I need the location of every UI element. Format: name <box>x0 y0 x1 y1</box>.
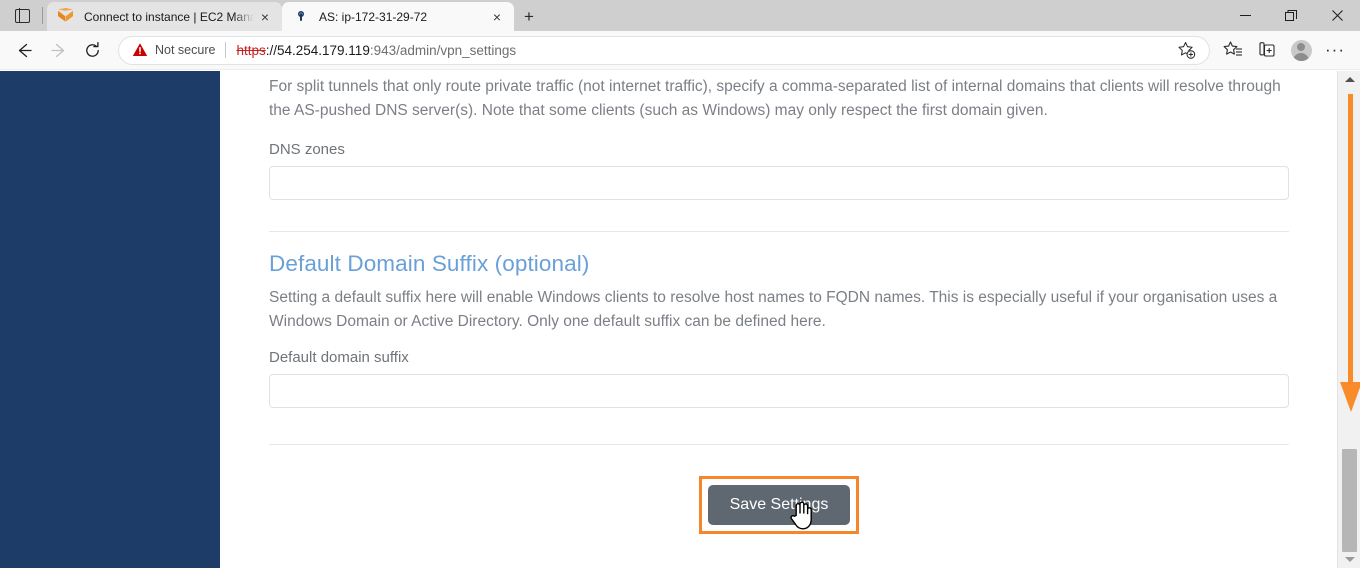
tab-title: AS: ip-172-31-29-72 <box>319 9 428 24</box>
browser-toolbar: Not secure https://54.254.179.119:943/ad… <box>0 31 1360 70</box>
tab-close-icon[interactable]: × <box>254 6 276 28</box>
tab-list-icon <box>14 7 30 24</box>
close-icon <box>1331 10 1343 21</box>
url-scheme: https <box>236 42 266 58</box>
back-button[interactable] <box>8 35 40 66</box>
window-controls <box>1222 0 1360 31</box>
browser-tab-ec2[interactable]: Connect to instance | EC2 Manag × <box>47 2 282 31</box>
new-tab-button[interactable]: + <box>514 2 544 31</box>
maximize-button[interactable] <box>1268 0 1314 31</box>
page-content: For split tunnels that only route privat… <box>220 71 1337 568</box>
back-arrow-icon <box>18 43 32 57</box>
reload-icon <box>85 41 99 57</box>
security-status-label[interactable]: Not secure <box>155 43 215 57</box>
save-settings-button[interactable]: Save Settings <box>707 485 851 525</box>
omnibox-divider <box>225 42 227 58</box>
reload-button[interactable] <box>76 35 108 66</box>
default-domain-suffix-label: Default domain suffix <box>269 349 409 366</box>
close-window-button[interactable] <box>1314 0 1360 31</box>
orange-highlight-box: Save Settings <box>698 476 860 534</box>
admin-sidebar[interactable] <box>0 71 220 568</box>
settings-and-more-button[interactable]: ··· <box>1318 35 1352 66</box>
profile-button[interactable] <box>1284 35 1318 66</box>
scroll-up-arrow-icon <box>1344 77 1355 82</box>
favorites-list-icon <box>1223 41 1242 56</box>
minimize-button[interactable] <box>1222 0 1268 31</box>
orange-down-arrow-annotation <box>1339 94 1360 412</box>
restore-icon <box>1285 9 1297 21</box>
browser-window: Connect to instance | EC2 Manag × AS: ip… <box>0 0 1360 568</box>
section-divider-2 <box>269 444 1289 445</box>
browser-tab-openvpn-as[interactable]: AS: ip-172-31-29-72 × <box>282 2 514 31</box>
tab-strip-divider <box>42 7 43 24</box>
scroll-down-button[interactable] <box>1338 551 1360 568</box>
collections-icon <box>1259 42 1275 57</box>
toolbar-actions: ··· <box>1216 35 1352 66</box>
default-domain-suffix-input[interactable] <box>269 374 1289 408</box>
tab-title: Connect to instance | EC2 Manag <box>84 9 254 24</box>
favorites-button[interactable] <box>1216 35 1250 66</box>
dns-zones-label: DNS zones <box>269 141 345 158</box>
scrollbar-thumb[interactable] <box>1342 449 1357 552</box>
scroll-up-button[interactable] <box>1338 71 1360 88</box>
scroll-down-arrow-icon <box>1344 557 1355 562</box>
page-viewport: For split tunnels that only route privat… <box>0 71 1360 568</box>
more-options-icon: ··· <box>1325 39 1345 59</box>
url-text[interactable]: https://54.254.179.119:943/admin/vpn_set… <box>236 43 1169 58</box>
tab-list-button[interactable] <box>4 0 40 31</box>
add-favorite-button[interactable] <box>1169 35 1203 66</box>
aws-cube-icon <box>58 8 75 25</box>
page-scrollbar[interactable] <box>1337 71 1360 568</box>
forward-arrow-icon <box>50 43 64 57</box>
tab-close-icon[interactable]: × <box>486 6 508 28</box>
tab-strip: Connect to instance | EC2 Manag × AS: ip… <box>0 0 1360 31</box>
openvpn-icon <box>293 8 310 25</box>
collections-button[interactable] <box>1250 35 1284 66</box>
save-settings-area: Save Settings <box>269 476 1289 534</box>
section-divider-1 <box>269 231 1289 232</box>
dns-zones-description: For split tunnels that only route privat… <box>269 78 1281 119</box>
minimize-icon <box>1239 15 1251 16</box>
not-secure-warning-icon <box>132 42 148 58</box>
url-path: :943/admin/vpn_settings <box>369 42 517 58</box>
address-bar[interactable]: Not secure https://54.254.179.119:943/ad… <box>118 35 1210 66</box>
dns-zones-input[interactable] <box>269 166 1289 200</box>
url-host: ://54.254.179.119 <box>265 42 370 58</box>
default-domain-suffix-description: Setting a default suffix here will enabl… <box>269 289 1278 330</box>
forward-button[interactable] <box>42 35 74 66</box>
default-domain-suffix-heading: Default Domain Suffix (optional) <box>269 251 590 276</box>
profile-avatar-icon <box>1290 39 1312 61</box>
add-favorite-star-icon <box>1177 41 1195 59</box>
